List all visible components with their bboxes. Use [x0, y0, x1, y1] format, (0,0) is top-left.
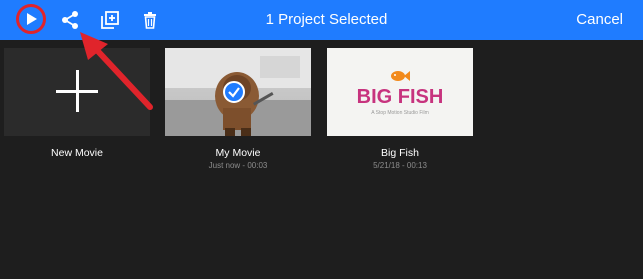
project-title: Big Fish [381, 147, 419, 159]
selected-check-icon [223, 81, 245, 103]
share-button[interactable] [56, 0, 84, 40]
project-meta: 5/21/18 - 00:13 [373, 161, 427, 170]
big-fish-logo: BIG FISH [356, 86, 444, 108]
play-icon [27, 13, 37, 25]
project-grid: New Movie My Movie Just now - 00:03 BIG … [0, 40, 643, 279]
cancel-button[interactable]: Cancel [576, 0, 623, 40]
share-icon [62, 11, 78, 29]
project-meta: Just now - 00:03 [208, 161, 268, 170]
big-fish-thumbnail[interactable]: BIG FISH A Stop Motion Studio Film [327, 48, 473, 136]
my-movie-card[interactable]: My Movie Just now - 00:03 [165, 48, 311, 170]
project-title: My Movie [215, 147, 261, 159]
big-fish-logo-subtitle: A Stop Motion Studio Film [371, 110, 429, 116]
play-button[interactable] [14, 0, 48, 40]
top-toolbar: 1 Project Selected Cancel [0, 0, 643, 40]
plus-icon-vertical [76, 70, 79, 112]
trash-icon [144, 11, 156, 29]
new-movie-card[interactable]: New Movie [4, 48, 150, 159]
project-title: New Movie [51, 147, 103, 159]
delete-button[interactable] [138, 0, 162, 40]
my-movie-thumbnail[interactable] [165, 48, 311, 136]
new-movie-thumbnail[interactable] [4, 48, 150, 136]
selection-title: 1 Project Selected [265, 11, 388, 28]
duplicate-button[interactable] [96, 0, 124, 40]
duplicate-icon [101, 11, 119, 29]
big-fish-card[interactable]: BIG FISH A Stop Motion Studio Film Big F… [327, 48, 473, 170]
fish-icon [391, 71, 410, 81]
